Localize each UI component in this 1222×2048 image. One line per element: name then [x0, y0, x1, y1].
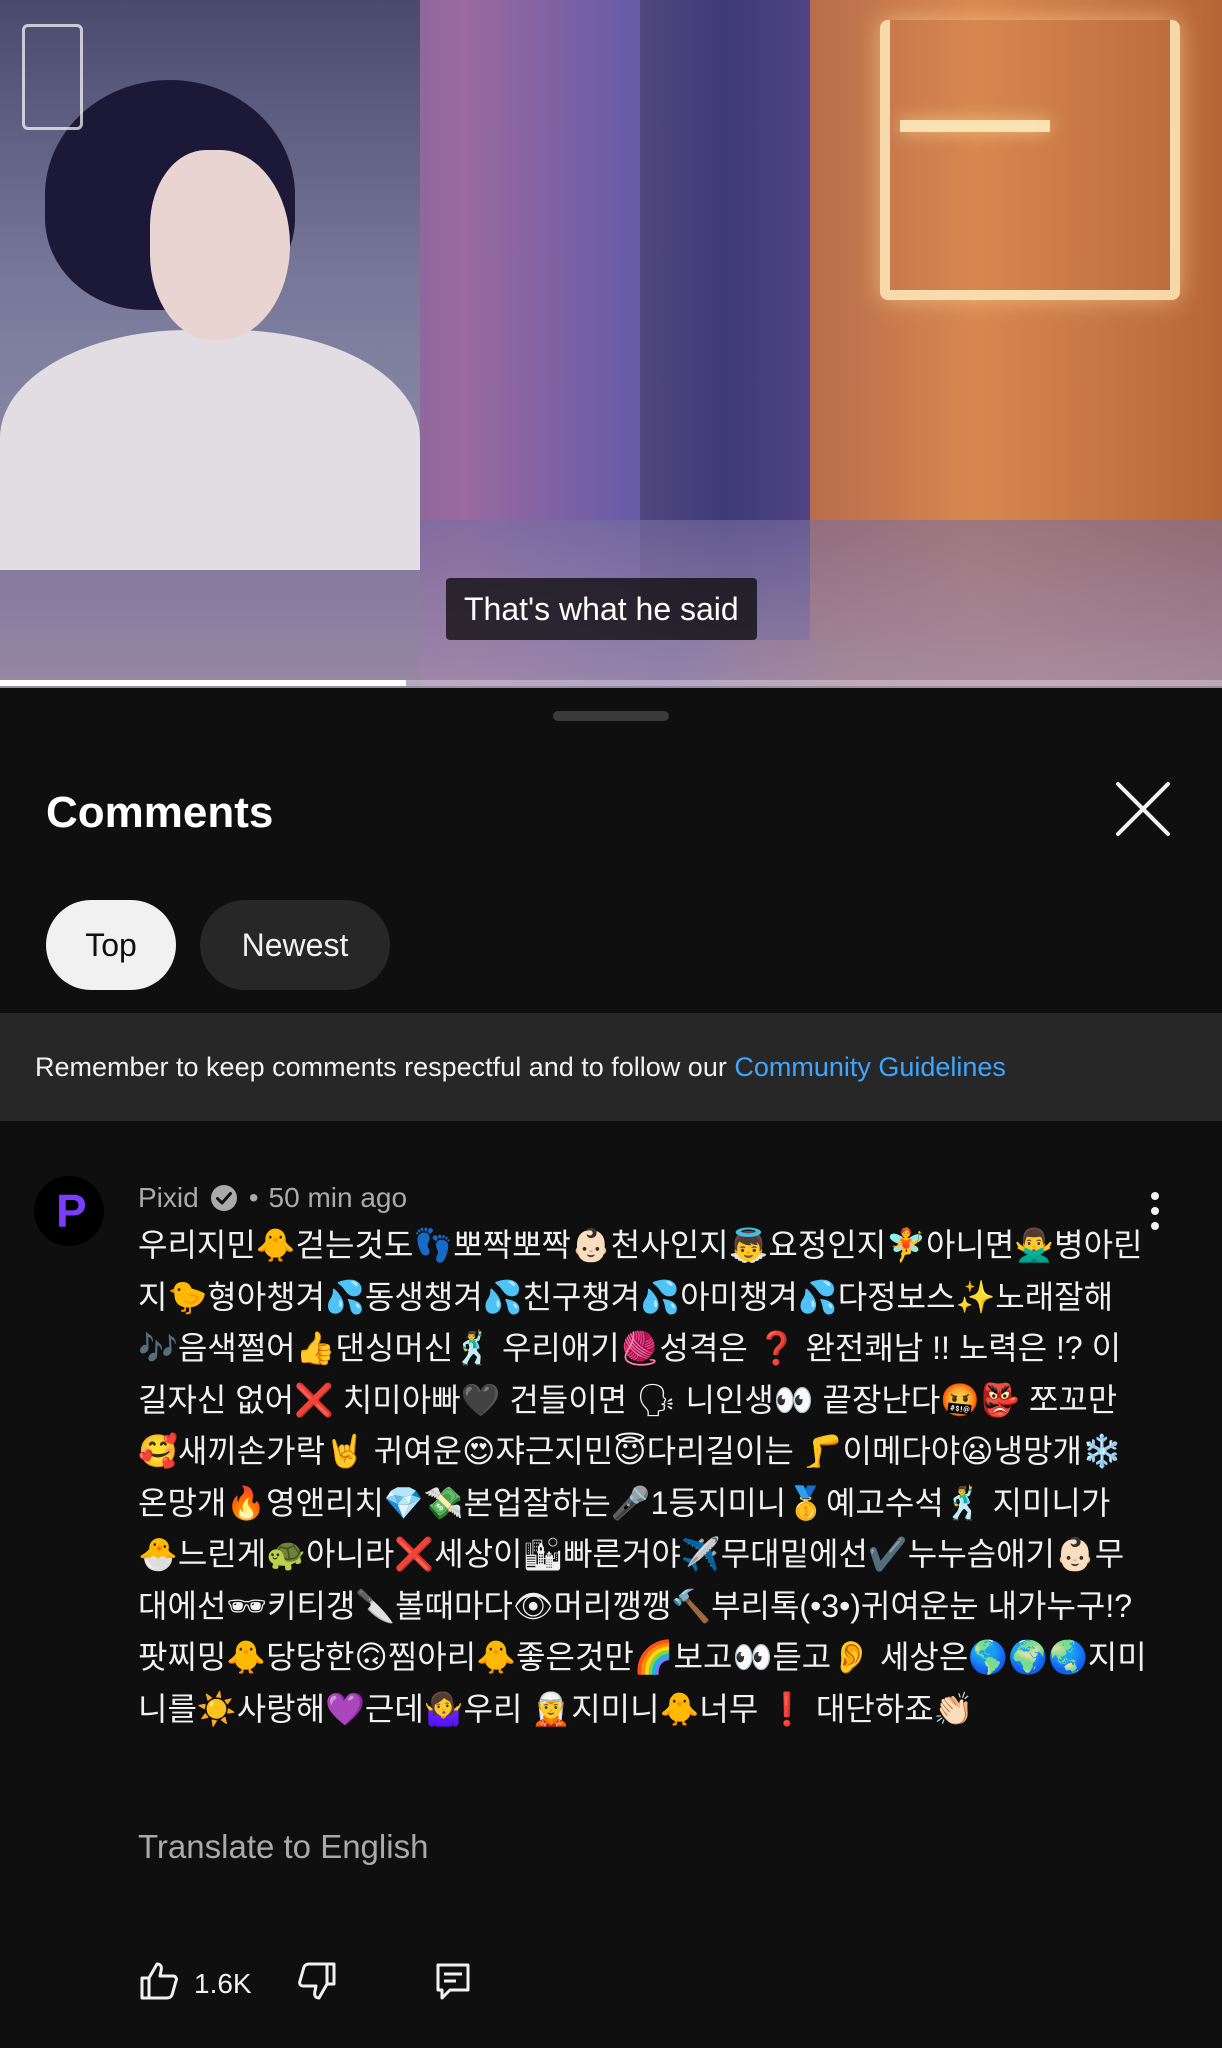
video-subtitle: That's what he said [446, 578, 757, 640]
verified-check-icon [209, 1183, 239, 1213]
person-face [150, 150, 290, 340]
person-body [0, 330, 420, 570]
community-guidelines-link[interactable]: Community Guidelines [734, 1052, 1006, 1082]
reply-button[interactable] [432, 1960, 488, 2016]
video-progress-bar[interactable] [0, 680, 1222, 686]
close-icon [1116, 782, 1170, 836]
comment-author[interactable]: Pixid [138, 1178, 199, 1218]
drag-handle[interactable] [553, 711, 669, 721]
channel-watermark-icon [22, 24, 83, 130]
sort-chip-newest[interactable]: Newest [200, 900, 390, 990]
avatar-letter: P [56, 1185, 87, 1237]
meta-separator: • [248, 1182, 259, 1213]
close-button[interactable] [1112, 778, 1174, 840]
neon-sign [880, 20, 1180, 300]
translate-button[interactable]: Translate to English [138, 1828, 428, 1866]
community-guidelines-banner: Remember to keep comments respectful and… [0, 1013, 1222, 1121]
like-count: 1.6K [194, 1968, 252, 1999]
video-player[interactable]: That's what he said [0, 0, 1222, 688]
comments-title: Comments [46, 788, 274, 837]
comment-text: 우리지민🐥걷는것도👣뽀짝뽀짝👶🏻천사인지👼요정인지🧚아니면🙅‍♂️병아린지🐤형아… [138, 1227, 1147, 1727]
sort-chip-top[interactable]: Top [46, 900, 176, 990]
dislike-button[interactable] [296, 1960, 352, 2016]
banner-text: Remember to keep comments respectful and… [35, 1052, 735, 1082]
comment-actions: 1.6K [0, 1960, 1222, 2020]
comment-time: 50 min ago [268, 1182, 408, 1213]
avatar[interactable]: P [34, 1176, 104, 1246]
comment-meta: Pixid • 50 min ago [138, 1178, 407, 1218]
banner-text-wrapper: Remember to keep comments respectful and… [35, 1013, 1006, 1121]
thumbs-up-icon [140, 1962, 178, 2000]
neon-sign-bar [900, 120, 1050, 132]
reply-icon [436, 1963, 470, 2000]
video-progress-fill [0, 680, 406, 686]
like-button[interactable] [138, 1960, 194, 2016]
thumbs-down-icon [298, 1962, 336, 2000]
